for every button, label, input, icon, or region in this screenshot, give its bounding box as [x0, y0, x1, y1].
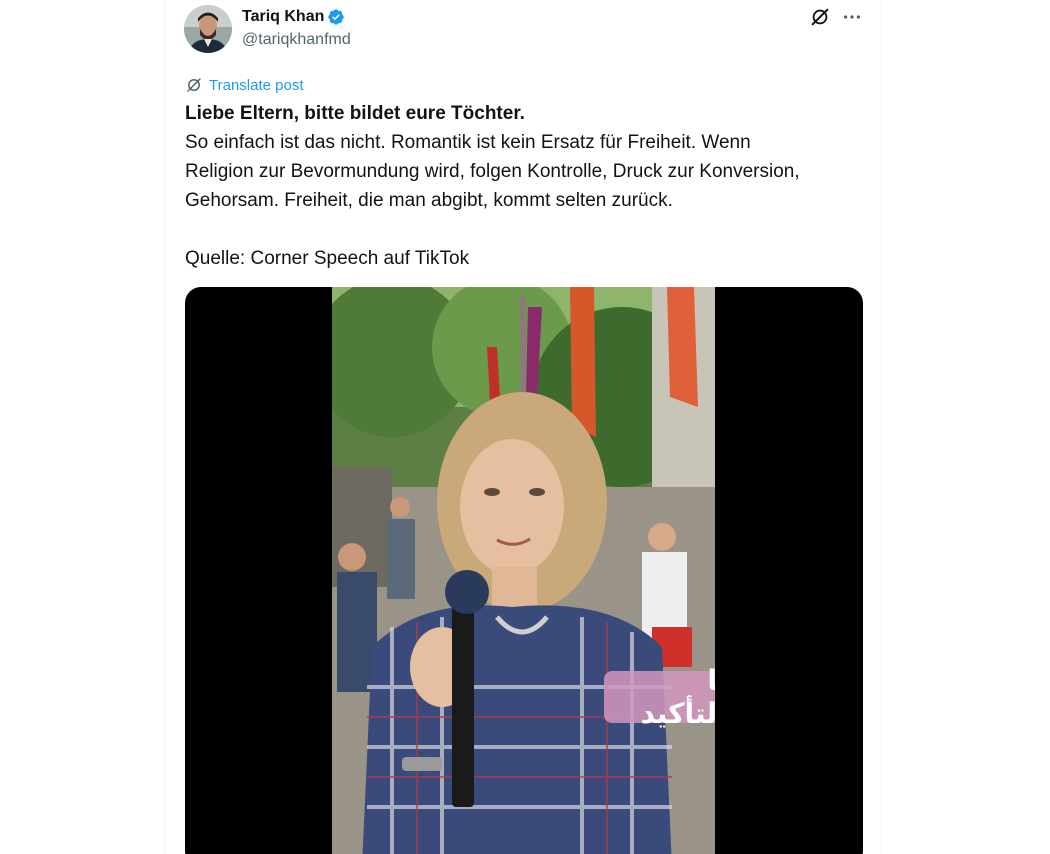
more-dots-icon[interactable]: [841, 6, 863, 28]
more-glyph: [843, 15, 861, 19]
translate-label[interactable]: Translate post: [209, 77, 304, 94]
post-text: Liebe Eltern, bitte bildet eure Töchter.…: [185, 99, 875, 273]
video-still: [332, 287, 715, 854]
video-player[interactable]: أنا بالتأكيد: [185, 287, 863, 854]
post-body-line: Religion zur Bevormundung wird, folgen K…: [185, 161, 800, 182]
post-headline: Liebe Eltern, bitte bildet eure Töchter.: [185, 103, 525, 124]
avatar-photo: [184, 5, 232, 53]
post-source: Quelle: Corner Speech auf TikTok: [185, 248, 470, 269]
tweet-page: Tariq Khan @tariqkhanfmd Translate post …: [0, 0, 1050, 854]
video-frame[interactable]: أنا بالتأكيد: [332, 287, 715, 854]
video-subtitle: أنا بالتأكيد: [604, 664, 715, 730]
translate-icon: [187, 78, 201, 92]
post-body-line: So einfach ist das nicht. Romantik ist k…: [185, 132, 751, 153]
translate-post-link[interactable]: Translate post: [185, 75, 304, 95]
verified-badge-icon: [328, 9, 345, 25]
post-body-line: Gehorsam. Freiheit, die man abgibt, komm…: [185, 190, 673, 211]
author-avatar[interactable]: [184, 5, 232, 53]
grok-icon[interactable]: [809, 6, 831, 28]
author-name-row[interactable]: Tariq Khan: [242, 7, 345, 27]
author-display-name[interactable]: Tariq Khan: [242, 8, 324, 26]
author-handle[interactable]: @tariqkhanfmd: [242, 31, 351, 49]
grok-glyph: [811, 8, 829, 26]
